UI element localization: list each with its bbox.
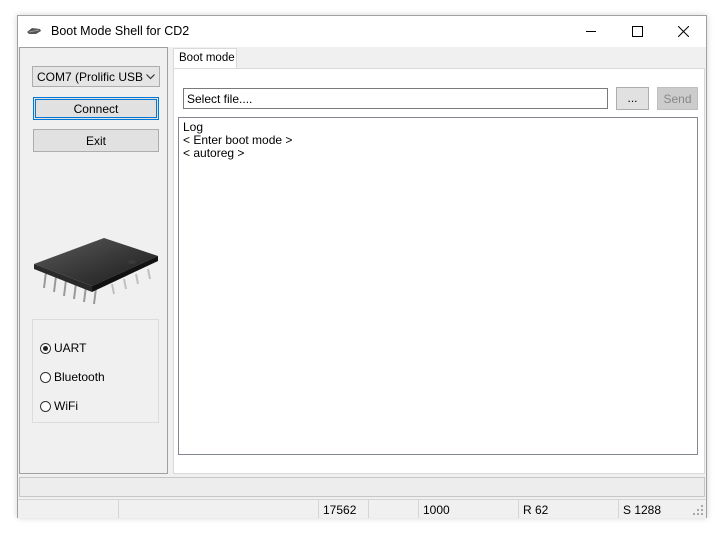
radio-bluetooth-label: Bluetooth	[54, 370, 105, 384]
radio-wifi[interactable]: WiFi	[40, 399, 78, 413]
status-cell-total: 17562	[318, 500, 368, 518]
app-icon	[27, 28, 41, 34]
status-cell	[18, 500, 118, 518]
log-textarea[interactable]: Log < Enter boot mode > < autoreg >	[178, 117, 698, 455]
radio-wifi-label: WiFi	[54, 399, 78, 413]
radio-uart-dot[interactable]	[40, 342, 51, 354]
file-path-field[interactable]: Select file....	[183, 88, 608, 109]
minimize-button[interactable]	[568, 16, 614, 47]
boot-mode-panel: Select file.... ... Send Log < Enter boo…	[173, 68, 705, 474]
send-button[interactable]: Send	[657, 87, 698, 110]
title-bar[interactable]: Boot Mode Shell for CD2	[18, 16, 706, 47]
maximize-icon	[631, 26, 643, 37]
tab-boot-mode[interactable]: Boot mode	[173, 48, 237, 69]
browse-button[interactable]: ...	[616, 87, 649, 110]
connect-button[interactable]: Connect	[33, 97, 159, 120]
radio-uart[interactable]: UART	[40, 341, 86, 355]
port-select[interactable]: COM7 (Prolific USB-to	[32, 66, 160, 87]
close-icon	[677, 26, 689, 37]
maximize-button[interactable]	[614, 16, 660, 47]
radio-bluetooth[interactable]: Bluetooth	[40, 370, 105, 384]
left-panel: COM7 (Prolific USB-to Connect Exit	[19, 47, 168, 474]
resize-grip-icon[interactable]	[693, 505, 704, 516]
status-cell	[118, 500, 318, 518]
progress-bar	[19, 477, 705, 497]
log-line: < autoreg >	[183, 146, 245, 160]
connection-type-group: UART Bluetooth WiFi	[32, 319, 159, 423]
close-button[interactable]	[660, 16, 706, 47]
radio-bluetooth-dot[interactable]	[40, 371, 51, 383]
status-cell-received: R 62	[518, 500, 618, 518]
status-cell-block: 1000	[418, 500, 518, 518]
status-cell	[368, 500, 418, 518]
microchip-icon	[34, 238, 158, 305]
app-window: Boot Mode Shell for CD2 COM7 (Prolific U…	[17, 15, 707, 518]
minimize-icon	[585, 31, 596, 32]
radio-wifi-dot[interactable]	[40, 400, 51, 412]
port-select-value: COM7 (Prolific USB-to	[37, 70, 143, 84]
chevron-down-icon	[146, 74, 155, 80]
exit-button[interactable]: Exit	[33, 129, 159, 152]
status-bar: 17562 1000 R 62 S 1288	[18, 499, 706, 518]
radio-uart-label: UART	[54, 341, 87, 355]
log-line: < Enter boot mode >	[183, 133, 293, 147]
window-title: Boot Mode Shell for CD2	[51, 24, 190, 38]
